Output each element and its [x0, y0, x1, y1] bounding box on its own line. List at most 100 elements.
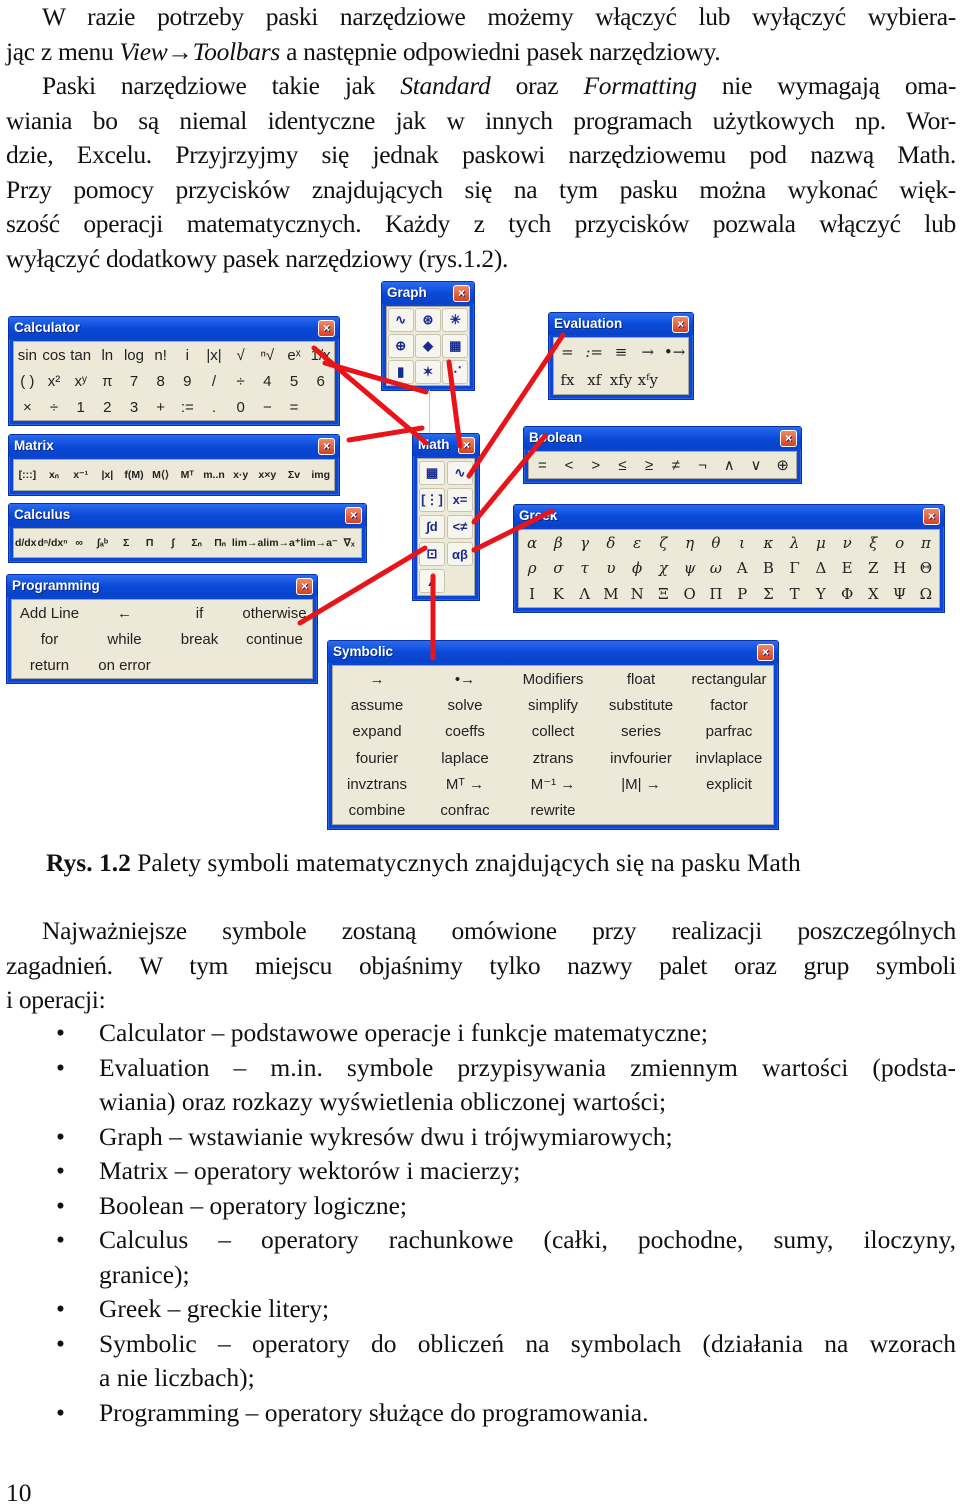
palette-button[interactable]: ln — [101, 347, 113, 364]
palette-button[interactable]: rewrite — [530, 802, 575, 819]
palette-button[interactable]: ∫ — [172, 537, 175, 549]
palette-button[interactable]: simplify — [528, 697, 578, 714]
title-bar[interactable]: Evaluation × — [549, 313, 693, 335]
palette-button[interactable]: Ν — [631, 585, 644, 603]
palette-button[interactable]: Χ — [868, 585, 879, 603]
palette-button[interactable]: [:::] — [19, 469, 36, 481]
palette-button[interactable]: float — [627, 671, 655, 688]
palette-button[interactable]: τ — [580, 559, 588, 577]
palette-button[interactable]: ψ — [684, 559, 696, 577]
title-bar[interactable]: Graph × — [382, 282, 474, 304]
palette-button[interactable]: |x| — [206, 347, 221, 364]
palette-button[interactable]: Φ — [841, 585, 853, 603]
palette-button[interactable]: Γ — [789, 559, 799, 577]
palette-button[interactable]: ϕ — [632, 559, 642, 577]
palette-button[interactable]: π — [921, 534, 931, 552]
palette-button[interactable]: Ξ — [658, 585, 669, 603]
palette-button[interactable]: continue — [246, 631, 303, 648]
palette-button[interactable]: xʸ — [75, 373, 87, 390]
surface-plot-icon[interactable]: ✳ — [442, 308, 469, 332]
greek-toolbar-icon[interactable]: αβ — [447, 542, 473, 567]
palette-button[interactable]: − — [263, 399, 272, 416]
calculus-toolbar-icon[interactable]: ∫d — [419, 514, 445, 539]
palette-button[interactable]: M⁻¹ → — [531, 775, 576, 793]
palette-button[interactable]: confrac — [440, 802, 489, 819]
palette-button[interactable]: ≡ — [615, 343, 628, 361]
palette-button[interactable]: Π — [709, 585, 722, 603]
palette-button[interactable]: •→ — [455, 671, 475, 688]
palette-button[interactable]: ⊕ — [776, 456, 789, 474]
palette-button[interactable]: collect — [532, 723, 575, 740]
palette-button[interactable]: f(M) — [124, 469, 143, 481]
palette-button[interactable]: xfy — [610, 371, 633, 389]
palette-button[interactable]: rectangular — [691, 671, 766, 688]
palette-button[interactable]: lim→a — [232, 537, 264, 549]
palette-button[interactable]: x² — [48, 373, 61, 390]
palette-button[interactable]: Λ — [579, 585, 590, 603]
palette-button[interactable]: expand — [352, 723, 401, 740]
palette-button[interactable]: λ — [790, 534, 800, 552]
matrix-toolbar-icon[interactable]: [⋮] — [419, 487, 445, 512]
palette-button[interactable]: ÷ — [237, 373, 245, 390]
palette-button[interactable]: 3 — [130, 399, 138, 416]
palette-button[interactable]: Ε — [842, 559, 853, 577]
graph-toolbar-icon[interactable]: ∿ — [447, 460, 473, 485]
palette-button[interactable]: × — [23, 399, 32, 416]
polar-plot-icon[interactable]: ⊛ — [414, 308, 441, 332]
boolean-toolbar-icon[interactable]: <≠ — [447, 514, 473, 539]
palette-button[interactable]: Mᵀ → — [446, 776, 484, 793]
palette-button[interactable]: κ — [763, 534, 773, 552]
palette-button[interactable]: √ — [237, 347, 245, 364]
palette-button[interactable]: ≤ — [618, 457, 626, 474]
title-bar[interactable]: Calculus × — [9, 504, 366, 526]
palette-button[interactable]: combine — [349, 802, 406, 819]
palette-button[interactable]: •→ — [664, 343, 685, 361]
palette-button[interactable]: ⁿ√ — [260, 347, 274, 364]
palette-button[interactable]: series — [621, 723, 661, 740]
palette-button[interactable]: Η — [893, 559, 906, 577]
palette-button[interactable]: Θ — [920, 559, 932, 577]
palette-button[interactable]: M⟨⟩ — [152, 469, 169, 481]
palette-button[interactable]: Ρ — [737, 585, 747, 603]
palette-button[interactable]: Ι — [529, 585, 535, 603]
title-bar[interactable]: Greek × — [514, 505, 944, 527]
palette-button[interactable]: ∞ — [75, 537, 83, 549]
palette-button[interactable]: → — [370, 671, 385, 688]
close-icon[interactable]: × — [345, 507, 362, 524]
palette-button[interactable]: dⁿ/dxⁿ — [37, 537, 67, 549]
palette-button[interactable]: lim→a⁻ — [300, 537, 337, 549]
palette-button[interactable]: ε — [633, 534, 641, 552]
palette-button[interactable]: Modifiers — [523, 671, 584, 688]
3d-scatter-icon[interactable]: ▦ — [442, 334, 469, 358]
palette-button[interactable]: σ — [553, 559, 563, 577]
palette-button[interactable]: lim→a⁺ — [263, 537, 300, 549]
palette-button[interactable]: for — [41, 631, 59, 648]
palette-button[interactable]: γ — [580, 534, 589, 552]
palette-button[interactable]: sin — [18, 347, 37, 364]
palette-button[interactable]: x×y — [258, 469, 276, 481]
palette-button[interactable]: 7 — [130, 373, 138, 390]
palette-button[interactable]: explicit — [706, 776, 752, 793]
palette-button[interactable]: ∇ₓ — [344, 537, 355, 549]
palette-button[interactable]: ξ — [869, 534, 877, 552]
palette-button[interactable]: xf — [587, 371, 601, 389]
palette-button[interactable]: Πₙ — [214, 537, 226, 549]
palette-button[interactable]: ν — [843, 534, 852, 552]
palette-button[interactable]: = — [538, 457, 547, 474]
palette-button[interactable]: ι — [739, 534, 745, 552]
palette-button[interactable]: eˣ — [287, 347, 300, 364]
palette-button[interactable]: Α — [737, 559, 748, 577]
x-y-plot-icon[interactable]: ∿ — [387, 308, 414, 332]
palette-button[interactable]: |M| → — [621, 776, 660, 793]
palette-button[interactable]: β — [554, 534, 563, 552]
palette-button[interactable]: ztrans — [533, 750, 574, 767]
palette-button[interactable]: ρ — [528, 559, 537, 577]
palette-button[interactable]: ← — [117, 605, 132, 622]
evaluation-toolbar-icon[interactable]: x= — [447, 487, 473, 512]
close-icon[interactable]: × — [923, 508, 940, 525]
palette-button[interactable]: ≥ — [645, 457, 653, 474]
palette-button[interactable]: Δ — [815, 559, 826, 577]
palette-button[interactable]: |x| — [101, 469, 113, 481]
close-icon[interactable]: × — [453, 285, 470, 302]
close-icon[interactable]: × — [757, 644, 774, 661]
